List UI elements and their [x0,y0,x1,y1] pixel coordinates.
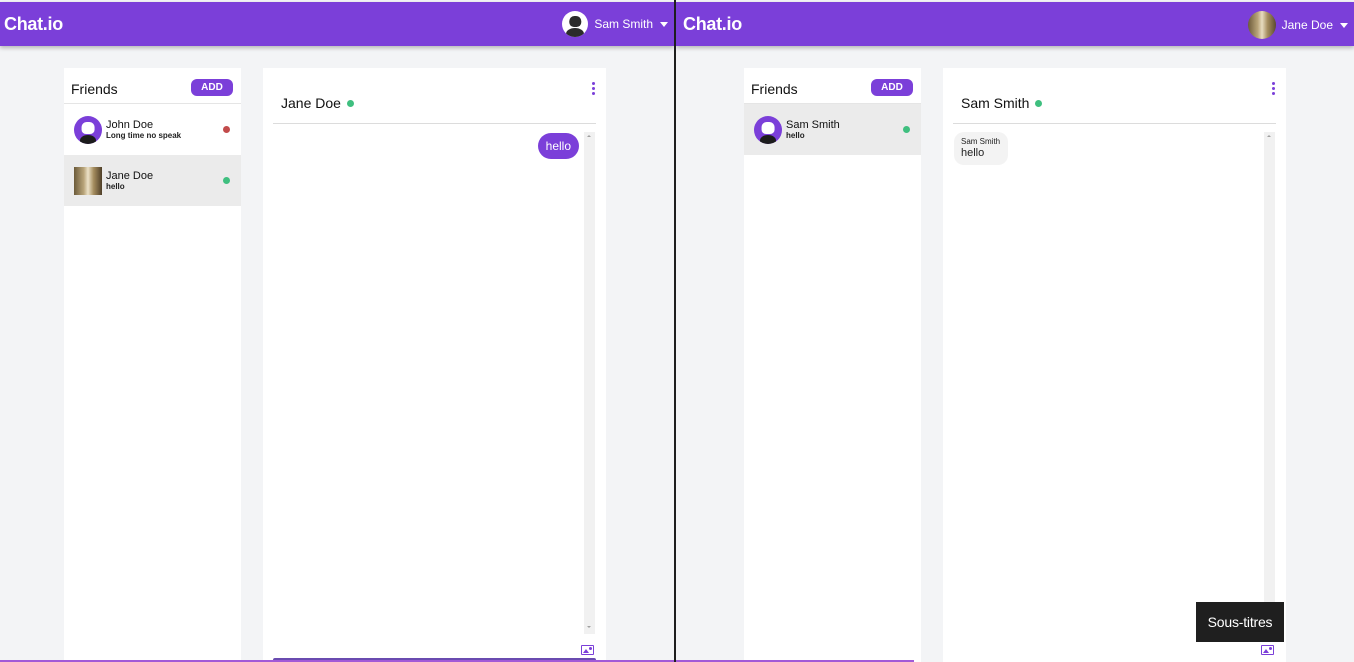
friends-header: Friends ADD [744,68,921,104]
caret-down-icon [660,21,668,27]
friend-name: Sam Smith [786,118,840,131]
captions-tooltip: Sous-titres [1196,602,1284,642]
friend-last-message: Long time no speak [106,130,182,140]
friend-item-jane-doe[interactable]: Jane Doe hello [64,155,241,206]
more-options-icon[interactable] [590,80,597,97]
online-status-dot [346,100,354,107]
user-menu[interactable]: Jane Doe [1247,11,1348,39]
more-options-icon[interactable] [1270,80,1277,97]
chat-header: Jane Doe [273,68,596,124]
chat-title: Sam Smith [961,95,1043,111]
app-header: Chat.io Jane Doe [676,2,1354,46]
offline-status-dot [223,126,230,133]
scroll-down-icon[interactable] [587,626,591,628]
add-friend-button[interactable]: ADD [191,79,233,96]
scroll-up-icon[interactable] [1267,135,1271,137]
friend-item-john-doe[interactable]: John Doe Long time no speak [64,104,241,155]
chat-panel: Jane Doe hello [263,68,606,662]
image-upload-icon[interactable] [581,645,594,655]
user-name: Sam Smith [594,17,653,31]
scroll-up-icon[interactable] [587,135,591,137]
friends-title: Friends [751,81,798,97]
friend-avatar [754,115,782,144]
user-avatar [562,11,589,37]
friends-title: Friends [71,81,118,97]
friend-last-message: hello [106,181,125,191]
right-browser-window: Chat.io Jane Doe Friends ADD Sam Smith h… [676,0,1354,662]
friends-panel: Friends ADD Sam Smith hello [744,68,921,662]
friend-item-sam-smith[interactable]: Sam Smith hello [744,104,921,155]
image-upload-icon[interactable] [1261,645,1274,655]
message-text: hello [961,147,985,159]
chat-contact-name: Sam Smith [961,95,1030,111]
friend-last-message: hello [786,130,805,140]
user-name: Jane Doe [1281,18,1333,32]
app-logo[interactable]: Chat.io [4,14,63,35]
message-sender: Sam Smith [961,137,1001,146]
app-logo[interactable]: Chat.io [683,14,742,35]
online-status-dot [1035,100,1043,107]
messages-scrollbar[interactable] [584,132,595,634]
chat-header: Sam Smith [953,68,1276,124]
friend-avatar [74,115,102,144]
online-status-dot [903,126,910,133]
online-status-dot [223,177,230,184]
friends-panel: Friends ADD John Doe Long time no speak … [64,68,241,662]
friend-name: Jane Doe [106,169,154,182]
app-header: Chat.io Sam Smith [0,2,674,46]
friend-avatar [74,166,102,195]
left-browser-window: Chat.io Sam Smith Friends ADD John Doe L… [0,0,674,662]
user-avatar [1247,11,1276,39]
messages-scrollbar[interactable] [1264,132,1275,634]
outgoing-message: hello [537,133,579,159]
add-friend-button[interactable]: ADD [871,79,913,96]
chat-title: Jane Doe [281,95,354,111]
caret-down-icon [1340,22,1348,28]
user-menu[interactable]: Sam Smith [562,11,668,37]
friend-name: John Doe [106,118,154,131]
chat-contact-name: Jane Doe [281,95,341,111]
incoming-message: Sam Smith hello [954,132,1009,165]
chat-panel: Sam Smith Sam Smith hello [943,68,1286,662]
friends-header: Friends ADD [64,68,241,104]
